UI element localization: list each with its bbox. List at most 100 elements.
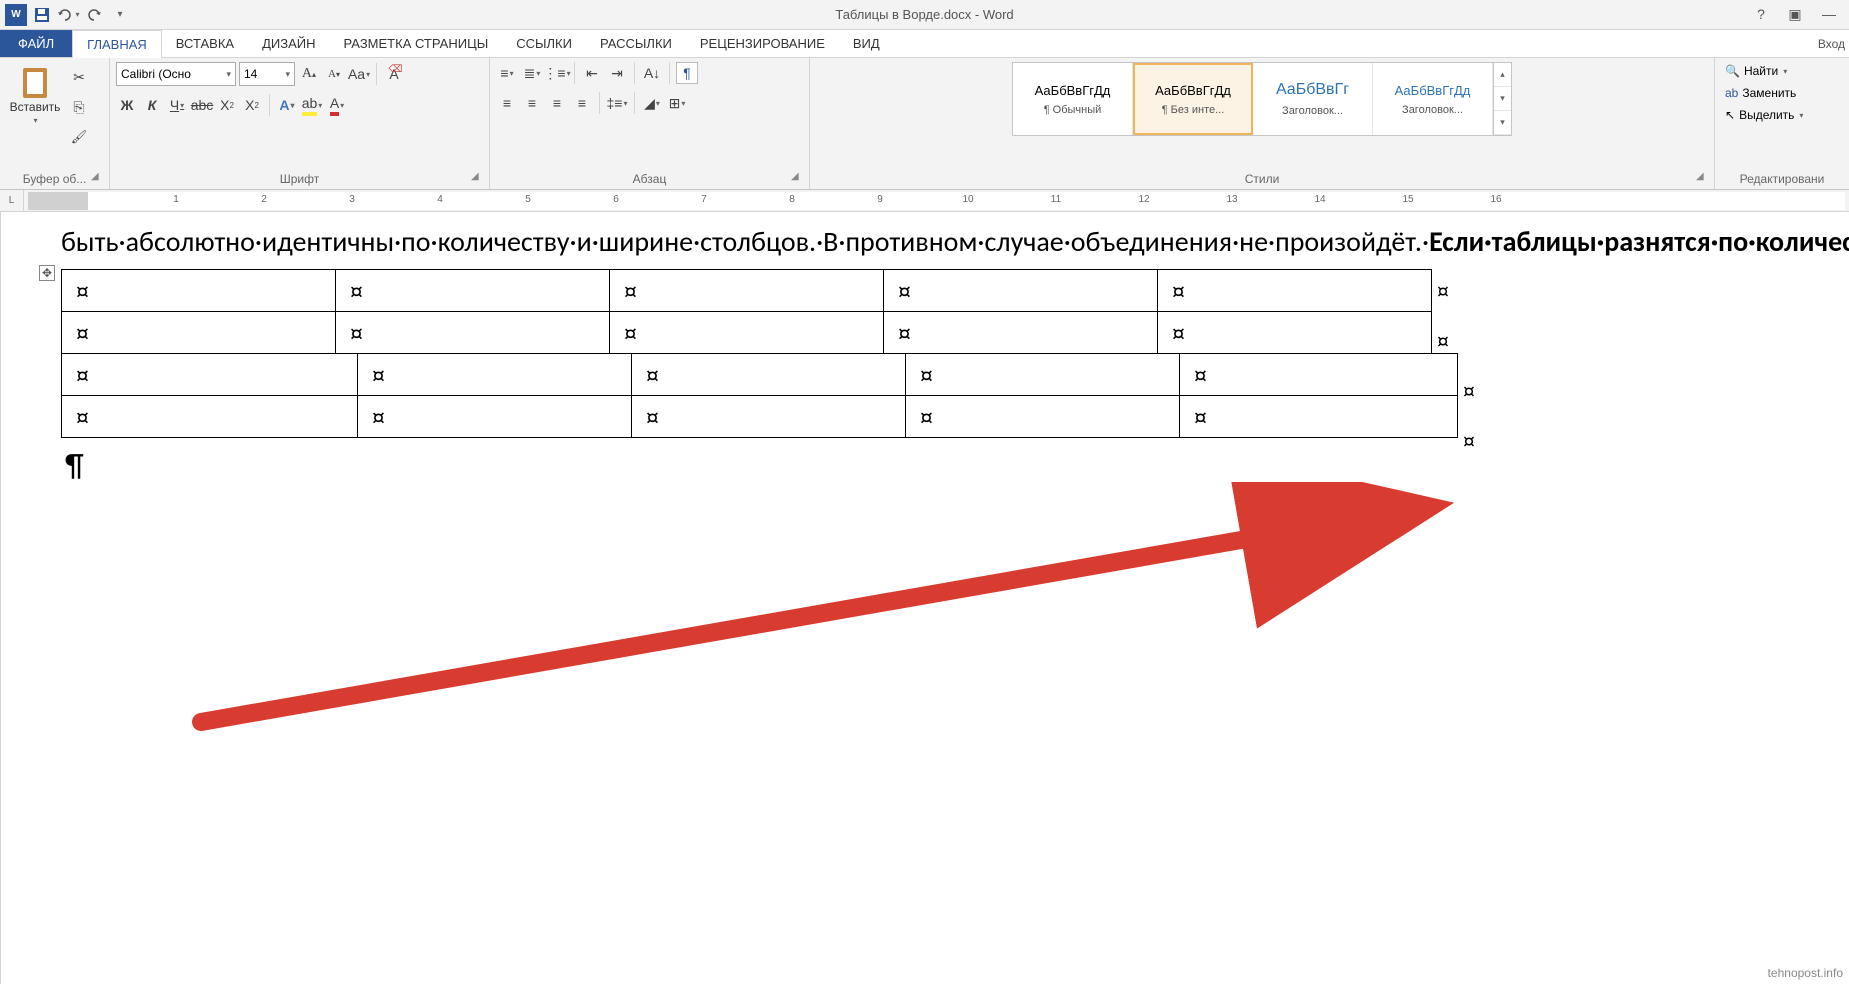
table-cell[interactable]: ¤ xyxy=(610,270,884,312)
shading-icon[interactable]: ◢▾ xyxy=(641,92,663,114)
align-left-icon[interactable]: ≡ xyxy=(496,92,518,114)
font-size-combo[interactable]: 14▾ xyxy=(239,62,295,86)
tab-references[interactable]: ССЫЛКИ xyxy=(502,30,586,57)
table-cell[interactable]: ¤ xyxy=(1180,396,1458,438)
ribbon-display-icon[interactable]: ▣ xyxy=(1783,6,1807,23)
ruler-corner[interactable]: L xyxy=(0,190,24,211)
numbering-icon[interactable]: ≣▾ xyxy=(521,62,543,84)
qat-customize-icon[interactable]: ▾ xyxy=(108,3,132,27)
table-cell[interactable]: ¤ xyxy=(336,270,610,312)
bold-button[interactable]: Ж xyxy=(116,94,138,116)
show-marks-icon[interactable]: ¶ xyxy=(676,62,698,84)
table-cell[interactable]: ¤ xyxy=(358,396,632,438)
table-cell[interactable]: ¤ xyxy=(906,354,1180,396)
font-family-combo[interactable]: Calibri (Осно▾ xyxy=(116,62,236,86)
decrease-indent-icon[interactable]: ⇤ xyxy=(581,62,603,84)
table-cell[interactable]: ¤ xyxy=(906,396,1180,438)
style-normal[interactable]: АаБбВвГгДд ¶ Обычный xyxy=(1013,63,1133,135)
tab-insert[interactable]: ВСТАВКА xyxy=(162,30,248,57)
window-controls: ? ▣ — xyxy=(1749,6,1849,23)
table-cell[interactable]: ¤ xyxy=(884,270,1158,312)
group-paragraph-label: Абзац xyxy=(496,169,803,189)
table-cell[interactable]: ¤ xyxy=(632,396,906,438)
shrink-font-icon[interactable]: A▾ xyxy=(323,63,345,85)
replace-button[interactable]: abЗаменить xyxy=(1721,84,1800,102)
table-cell[interactable]: ¤ xyxy=(62,396,358,438)
paragraph-launcher-icon[interactable]: ◢ xyxy=(791,171,805,185)
underline-button[interactable]: Ч▾ xyxy=(166,94,188,116)
copy-icon[interactable] xyxy=(68,96,90,118)
row-end-mark: ¤ xyxy=(1463,427,1475,456)
justify-icon[interactable]: ≡ xyxy=(571,92,593,114)
styles-scroll-up-icon[interactable]: ▴ xyxy=(1494,63,1511,87)
style-heading2[interactable]: АаБбВвГгДд Заголовок... xyxy=(1373,63,1493,135)
font-launcher-icon[interactable]: ◢ xyxy=(471,171,485,185)
redo-icon[interactable] xyxy=(82,3,106,27)
tab-layout[interactable]: РАЗМЕТКА СТРАНИЦЫ xyxy=(330,30,503,57)
clipboard-launcher-icon[interactable]: ◢ xyxy=(91,171,105,185)
table-cell[interactable]: ¤ xyxy=(62,270,336,312)
italic-button[interactable]: К xyxy=(141,94,163,116)
paste-button[interactable]: Вставить ▾ xyxy=(6,62,64,125)
text-effects-icon[interactable]: A▾ xyxy=(276,94,298,116)
group-editing: 🔍Найти▾ abЗаменить ↖Выделить▾ Редактиров… xyxy=(1715,58,1849,189)
table-1[interactable]: ¤¤¤¤¤¤¤¤¤¤ xyxy=(61,269,1432,354)
tab-design[interactable]: ДИЗАЙН xyxy=(248,30,329,57)
strikethrough-button[interactable]: abc xyxy=(191,94,213,116)
styles-launcher-icon[interactable]: ◢ xyxy=(1696,171,1710,185)
align-center-icon[interactable]: ≡ xyxy=(521,92,543,114)
increase-indent-icon[interactable]: ⇥ xyxy=(606,62,628,84)
grow-font-icon[interactable]: A▴ xyxy=(298,63,320,85)
subscript-button[interactable]: X2 xyxy=(216,94,238,116)
line-spacing-icon[interactable]: ‡≡▾ xyxy=(606,92,628,114)
borders-icon[interactable]: ⊞▾ xyxy=(666,92,688,114)
tab-view[interactable]: ВИД xyxy=(839,30,894,57)
ruler-area: L 12345678910111213141516 xyxy=(0,190,1849,212)
style-no-spacing[interactable]: АаБбВвГгДд ¶ Без инте... xyxy=(1133,63,1253,135)
clear-formatting-icon[interactable]: A⌫ xyxy=(383,63,405,85)
table-2[interactable]: ¤¤¤¤¤¤¤¤¤¤ xyxy=(61,353,1458,438)
change-case-icon[interactable]: Aa▾ xyxy=(348,63,370,85)
find-button[interactable]: 🔍Найти▾ xyxy=(1721,62,1791,80)
styles-scroll-down-icon[interactable]: ▾ xyxy=(1494,87,1511,111)
cut-icon[interactable] xyxy=(68,66,90,88)
select-button[interactable]: ↖Выделить▾ xyxy=(1721,106,1807,124)
highlight-icon[interactable]: ab▾ xyxy=(301,94,323,116)
table-cell[interactable]: ¤ xyxy=(610,312,884,354)
word-app-icon[interactable]: W xyxy=(4,3,28,27)
font-color-icon[interactable]: A▾ xyxy=(326,94,348,116)
window-title: Таблицы в Ворде.docx - Word xyxy=(835,7,1013,22)
table-cell[interactable]: ¤ xyxy=(1158,270,1432,312)
undo-icon[interactable]: ▾ xyxy=(56,3,80,27)
table-move-handle-icon[interactable]: ✥ xyxy=(39,265,55,281)
horizontal-ruler[interactable]: 12345678910111213141516 xyxy=(28,192,1845,210)
group-clipboard-label: Буфер об... xyxy=(6,169,103,189)
page[interactable]: быть·абсолютно·идентичны·по·количеству·и… xyxy=(1,212,1849,984)
style-heading1[interactable]: АаБбВвГг Заголовок... xyxy=(1253,63,1373,135)
tab-review[interactable]: РЕЦЕНЗИРОВАНИЕ xyxy=(686,30,839,57)
tab-mailings[interactable]: РАССЫЛКИ xyxy=(586,30,686,57)
table-cell[interactable]: ¤ xyxy=(62,312,336,354)
superscript-button[interactable]: X2 xyxy=(241,94,263,116)
help-icon[interactable]: ? xyxy=(1749,6,1773,23)
table-cell[interactable]: ¤ xyxy=(632,354,906,396)
styles-expand-icon[interactable]: ▾ xyxy=(1494,111,1511,135)
table-cell[interactable]: ¤ xyxy=(1180,354,1458,396)
titlebar: W ▾ ▾ Таблицы в Ворде.docx - Word ? ▣ — xyxy=(0,0,1849,30)
multilevel-icon[interactable]: ⋮≡▾ xyxy=(546,62,568,84)
table-cell[interactable]: ¤ xyxy=(62,354,358,396)
sort-icon[interactable]: A↓ xyxy=(641,62,663,84)
save-icon[interactable] xyxy=(30,3,54,27)
table-cell[interactable]: ¤ xyxy=(358,354,632,396)
binoculars-icon: 🔍 xyxy=(1725,64,1740,78)
align-right-icon[interactable]: ≡ xyxy=(546,92,568,114)
tab-file[interactable]: ФАЙЛ xyxy=(0,30,72,57)
table-cell[interactable]: ¤ xyxy=(336,312,610,354)
signin-link[interactable]: Вход xyxy=(1818,30,1849,57)
format-painter-icon[interactable] xyxy=(68,126,90,148)
table-cell[interactable]: ¤ xyxy=(884,312,1158,354)
table-cell[interactable]: ¤ xyxy=(1158,312,1432,354)
tab-home[interactable]: ГЛАВНАЯ xyxy=(72,30,162,58)
bullets-icon[interactable]: ≡▾ xyxy=(496,62,518,84)
minimize-icon[interactable]: — xyxy=(1817,6,1841,23)
